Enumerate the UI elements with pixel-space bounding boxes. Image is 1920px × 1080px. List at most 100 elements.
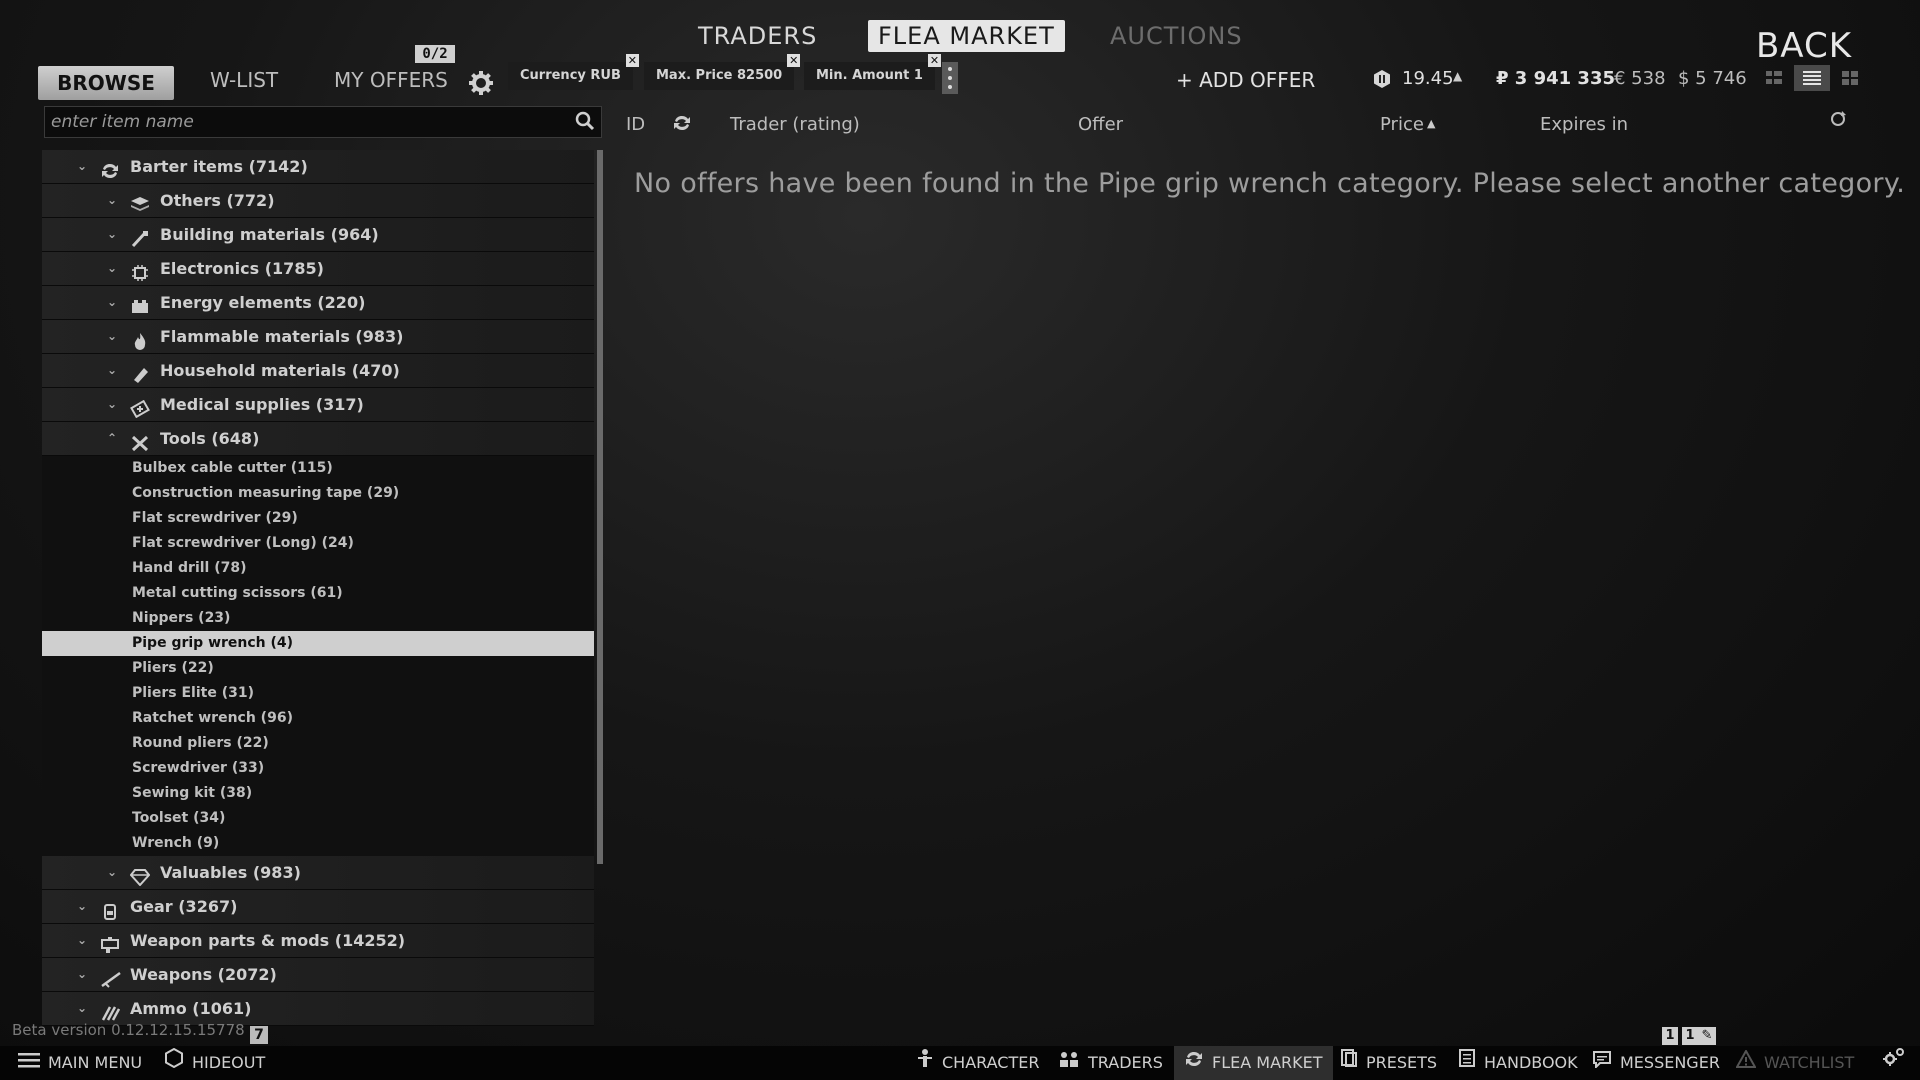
handbook-label: HANDBOOK xyxy=(1484,1053,1578,1072)
page-total[interactable]: 1 xyxy=(1682,1027,1698,1045)
main-menu-button[interactable]: MAIN MENU xyxy=(8,1046,152,1080)
more-filters-button[interactable] xyxy=(942,62,958,94)
warning-icon xyxy=(1735,1046,1757,1080)
category-electronics[interactable]: ⌄ Electronics (1785) xyxy=(42,252,594,286)
subcategory-item[interactable]: Nippers (23) xyxy=(42,606,594,631)
sort-ascending-icon[interactable]: ▲ xyxy=(1427,117,1435,130)
flame-icon xyxy=(130,328,150,350)
column-expires[interactable]: Expires in xyxy=(1540,114,1628,135)
subcategory-item[interactable]: Construction measuring tape (29) xyxy=(42,481,594,506)
subcategory-item[interactable]: Flat screwdriver (Long) (24) xyxy=(42,531,594,556)
pencil-icon[interactable]: ✎ xyxy=(1698,1027,1716,1045)
category-building-materials[interactable]: ⌄ Building materials (964) xyxy=(42,218,594,252)
tab-flea-market[interactable]: FLEA MARKET xyxy=(868,20,1065,52)
subcategory-item[interactable]: Toolset (34) xyxy=(42,806,594,831)
category-flammable-materials[interactable]: ⌄ Flammable materials (983) xyxy=(42,320,594,354)
chevron-down-icon[interactable]: ⌄ xyxy=(74,924,90,957)
list-view-icon[interactable] xyxy=(1794,65,1830,91)
filter-chip-min-amount[interactable]: Min. Amount 1 ✕ xyxy=(804,54,941,90)
chevron-down-icon[interactable]: ⌄ xyxy=(104,286,120,319)
close-icon[interactable]: ✕ xyxy=(787,54,801,67)
grid-small-view-icon[interactable] xyxy=(1764,68,1788,88)
subcategory-item[interactable]: Bulbex cable cutter (115) xyxy=(42,456,594,481)
column-trader[interactable]: Trader (rating) xyxy=(730,114,860,135)
add-offer-button[interactable]: + ADD OFFER xyxy=(1176,68,1315,92)
chevron-down-icon[interactable]: ⌄ xyxy=(74,890,90,923)
column-offer[interactable]: Offer xyxy=(1078,114,1123,135)
column-id[interactable]: ID xyxy=(626,114,645,135)
barter-filter-icon[interactable] xyxy=(672,114,692,136)
chevron-down-icon[interactable]: ⌄ xyxy=(104,218,120,251)
column-price[interactable]: Price xyxy=(1380,114,1424,135)
messenger-button[interactable]: MESSENGER xyxy=(1582,1046,1730,1080)
grid-large-view-icon[interactable] xyxy=(1840,68,1864,88)
tab-traders[interactable]: TRADERS xyxy=(698,22,817,50)
filter-chip-label: Currency RUB xyxy=(520,68,621,83)
subcategory-item[interactable]: Pliers (22) xyxy=(42,656,594,681)
chevron-down-icon[interactable]: ⌄ xyxy=(104,388,120,421)
subcategory-item[interactable]: Screwdriver (33) xyxy=(42,756,594,781)
filter-chip-max-price[interactable]: Max. Price 82500 ✕ xyxy=(644,54,801,90)
close-icon[interactable]: ✕ xyxy=(927,54,941,67)
close-icon[interactable]: ✕ xyxy=(625,54,639,67)
subcategory-item[interactable]: Pliers Elite (31) xyxy=(42,681,594,706)
subcategory-item[interactable]: Sewing kit (38) xyxy=(42,781,594,806)
subcategory-item[interactable]: Ratchet wrench (96) xyxy=(42,706,594,731)
chip-icon xyxy=(130,260,150,281)
diamond-icon xyxy=(129,864,151,887)
chevron-down-icon[interactable]: ⌄ xyxy=(104,856,120,889)
back-button[interactable]: BACK xyxy=(1756,26,1852,66)
chevron-down-icon[interactable]: ⌄ xyxy=(104,320,120,353)
subcategory-item[interactable]: Hand drill (78) xyxy=(42,556,594,581)
chevron-down-icon[interactable]: ⌄ xyxy=(104,354,120,387)
search-icon[interactable] xyxy=(575,111,595,135)
chevron-down-icon[interactable]: ⌄ xyxy=(74,958,90,991)
category-medical-supplies[interactable]: ⌄ Medical supplies (317) xyxy=(42,388,594,422)
chevron-up-icon[interactable]: ⌃ xyxy=(104,422,120,455)
chevron-down-icon[interactable]: ⌄ xyxy=(104,184,120,217)
category-label: Medical supplies (317) xyxy=(160,395,364,414)
my-offers-tab[interactable]: MY OFFERS xyxy=(334,68,448,92)
browse-button[interactable]: BROWSE xyxy=(38,66,174,100)
traders-button[interactable]: TRADERS xyxy=(1048,1046,1173,1080)
subcategory-item-selected[interactable]: Pipe grip wrench (4) xyxy=(42,631,594,656)
filter-chip-currency[interactable]: Currency RUB ✕ xyxy=(508,54,639,90)
subcategory-item[interactable]: Flat screwdriver (29) xyxy=(42,506,594,531)
category-tools[interactable]: ⌃ Tools (648) xyxy=(42,422,594,456)
settings-button[interactable] xyxy=(1872,1046,1916,1080)
flea-market-button[interactable]: FLEA MARKET xyxy=(1174,1046,1333,1080)
category-energy-elements[interactable]: ⌄ Energy elements (220) xyxy=(42,286,594,320)
handbook-button[interactable]: HANDBOOK xyxy=(1448,1046,1588,1080)
category-label: Weapon parts & mods (14252) xyxy=(130,931,406,950)
balance-rub: ₽ 3 941 335 xyxy=(1496,68,1615,89)
character-button[interactable]: CHARACTER xyxy=(906,1046,1049,1080)
wlist-tab[interactable]: W-LIST xyxy=(210,68,278,92)
gear-icon[interactable] xyxy=(468,70,494,100)
hideout-button[interactable]: HIDEOUT xyxy=(154,1046,275,1080)
backpack-icon xyxy=(100,898,120,920)
subcategory-item[interactable]: Round pliers (22) xyxy=(42,731,594,756)
subcategory-item[interactable]: Wrench (9) xyxy=(42,831,594,856)
category-barter-items[interactable]: ⌄ Barter items (7142) xyxy=(42,150,594,184)
category-weapons[interactable]: ⌄ Weapons (2072) xyxy=(42,958,594,992)
search-input[interactable] xyxy=(45,107,553,137)
presets-button[interactable]: PRESETS xyxy=(1330,1046,1447,1080)
category-household-materials[interactable]: ⌄ Household materials (470) xyxy=(42,354,594,388)
watchlist-button[interactable]: WATCHLIST xyxy=(1726,1046,1864,1080)
chevron-down-icon[interactable]: ⌄ xyxy=(74,150,90,183)
refresh-icon[interactable] xyxy=(1829,110,1847,132)
rating-value: 19.45 xyxy=(1402,68,1454,89)
battery-icon xyxy=(130,294,150,313)
page-number[interactable]: 1 xyxy=(1662,1027,1678,1045)
tab-auctions[interactable]: AUCTIONS xyxy=(1110,22,1243,50)
subcategory-item[interactable]: Metal cutting scissors (61) xyxy=(42,581,594,606)
chevron-down-icon[interactable]: ⌄ xyxy=(104,252,120,285)
settings-icon xyxy=(1882,1046,1906,1080)
main-menu-label: MAIN MENU xyxy=(48,1053,143,1072)
beta-version-label: Beta version 0.12.12.15.15778 xyxy=(12,1021,245,1039)
category-valuables[interactable]: ⌄ Valuables (983) xyxy=(42,856,594,890)
tree-scrollbar[interactable] xyxy=(597,150,603,864)
category-others[interactable]: ⌄ Others (772) xyxy=(42,184,594,218)
category-weapon-parts[interactable]: ⌄ Weapon parts & mods (14252) xyxy=(42,924,594,958)
category-gear[interactable]: ⌄ Gear (3267) xyxy=(42,890,594,924)
